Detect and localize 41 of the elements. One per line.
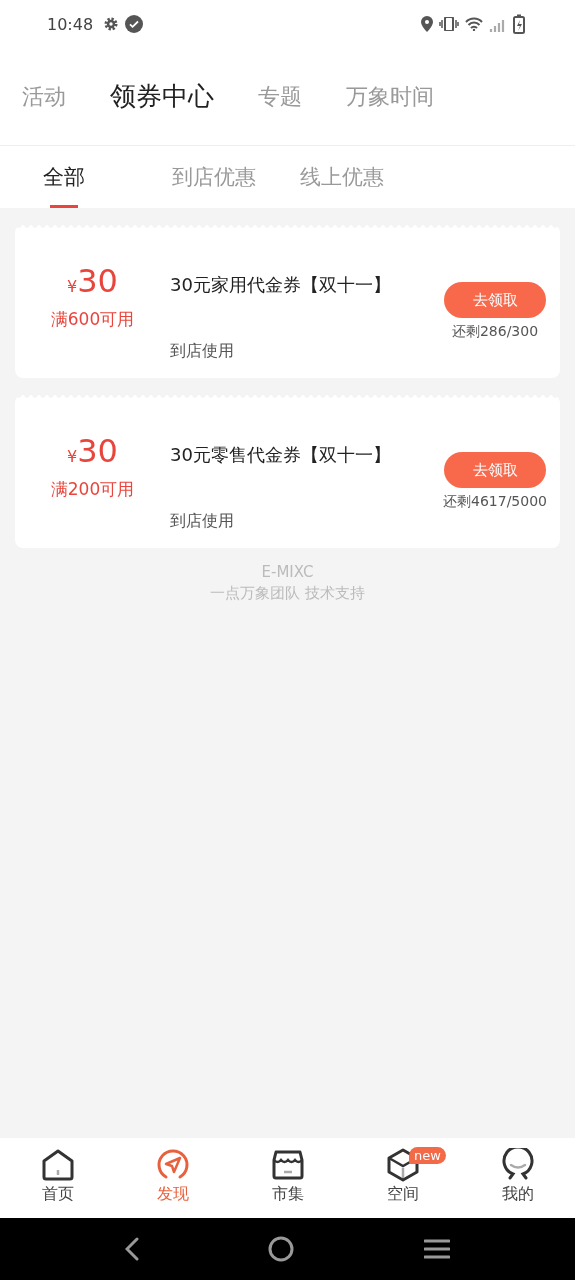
remaining-count: 还剩4617/5000 bbox=[443, 493, 547, 511]
footer-brand: E-MIXC bbox=[261, 563, 314, 581]
coupon-amount: 30 bbox=[77, 432, 118, 470]
top-tab[interactable]: 万象时间 bbox=[346, 81, 434, 112]
coupon-title: 30元零售代金券【双十一】 bbox=[170, 443, 392, 467]
shop-icon bbox=[270, 1148, 305, 1182]
top-tab[interactable]: 领券中心 bbox=[110, 79, 214, 114]
coupon-threshold: 满200可用 bbox=[50, 478, 135, 501]
coupon-usage: 到店使用 bbox=[170, 511, 235, 532]
coupon-title: 30元家用代金券【双十一】 bbox=[170, 273, 392, 297]
filter-tab[interactable]: 全部 bbox=[22, 146, 106, 208]
home-icon bbox=[40, 1148, 75, 1182]
nav-tab[interactable]: new 空间 bbox=[345, 1138, 460, 1218]
vibrate-icon bbox=[439, 17, 459, 31]
new-badge: new bbox=[409, 1147, 446, 1164]
menu-icon[interactable] bbox=[424, 1238, 451, 1260]
smiley-icon bbox=[500, 1148, 535, 1182]
location-icon bbox=[421, 16, 433, 32]
wifi-icon bbox=[465, 17, 483, 31]
coupon-amount: 30 bbox=[77, 262, 118, 300]
check-circle-icon bbox=[125, 15, 144, 33]
claim-button[interactable]: 去领取 bbox=[444, 452, 546, 488]
currency-sign: ¥ bbox=[67, 277, 78, 296]
top-tab[interactable]: 专题 bbox=[258, 81, 302, 112]
nav-tab[interactable]: 我的 bbox=[460, 1138, 575, 1218]
battery-icon bbox=[513, 14, 525, 34]
coupon-usage: 到店使用 bbox=[170, 341, 235, 362]
currency-sign: ¥ bbox=[67, 447, 78, 466]
back-icon[interactable] bbox=[124, 1237, 139, 1261]
top-tab[interactable]: 活动 bbox=[22, 81, 66, 112]
filter-tab[interactable]: 到店优惠 bbox=[150, 146, 278, 208]
home-button-icon[interactable] bbox=[268, 1236, 295, 1262]
coupon-threshold: 满600可用 bbox=[50, 308, 135, 331]
settings-icon bbox=[103, 16, 120, 32]
filter-tab[interactable]: 线上优惠 bbox=[278, 146, 406, 208]
nav-tab[interactable]: 首页 bbox=[0, 1138, 115, 1218]
nav-tab[interactable]: 发现 bbox=[115, 1138, 230, 1218]
nav-tab[interactable]: 市集 bbox=[230, 1138, 345, 1218]
status-time: 10:48 bbox=[47, 14, 94, 34]
claim-button[interactable]: 去领取 bbox=[444, 282, 546, 318]
remaining-count: 还剩286/300 bbox=[451, 323, 539, 341]
